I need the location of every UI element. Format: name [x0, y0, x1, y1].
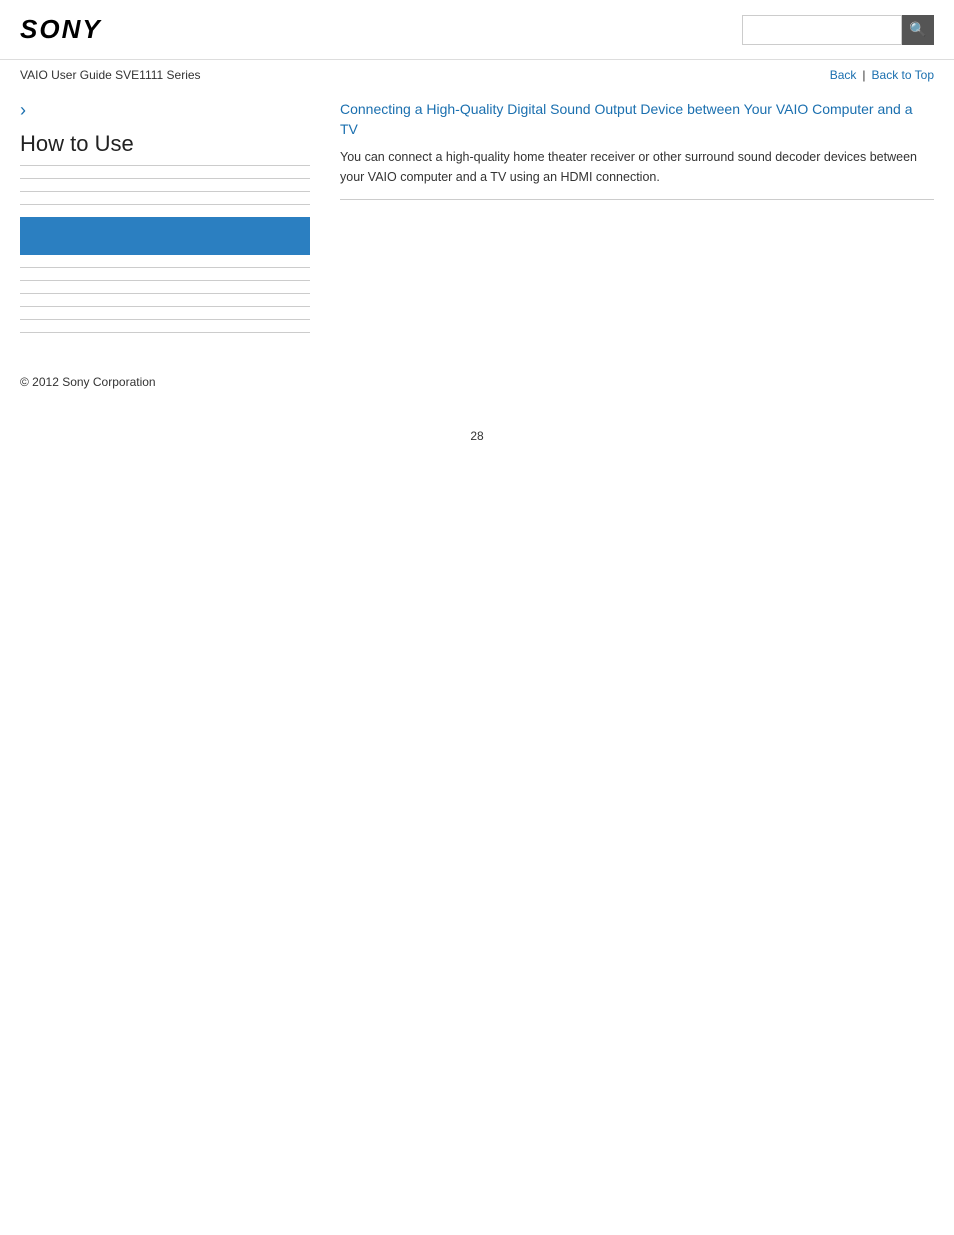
guide-title: VAIO User Guide SVE1111 Series [20, 68, 201, 82]
sidebar-line-4 [20, 267, 310, 268]
sidebar-line-3 [20, 204, 310, 205]
back-to-top-link[interactable]: Back to Top [872, 68, 934, 82]
search-icon: 🔍 [909, 21, 926, 38]
search-button[interactable]: 🔍 [902, 15, 934, 45]
content-area: Connecting a High-Quality Digital Sound … [330, 100, 934, 345]
sony-logo: SONY [20, 14, 102, 45]
nav-separator: | [862, 68, 865, 82]
copyright-text: © 2012 Sony Corporation [20, 375, 156, 389]
main-content: › How to Use Connecting a High-Quality D… [0, 90, 954, 355]
sidebar-title: How to Use [20, 131, 310, 166]
sidebar-highlight[interactable] [20, 217, 310, 255]
sidebar-line-1 [20, 178, 310, 179]
search-wrapper: 🔍 [742, 15, 934, 45]
footer: © 2012 Sony Corporation [0, 355, 954, 409]
sidebar-line-7 [20, 306, 310, 307]
nav-links: Back | Back to Top [830, 68, 934, 82]
back-link[interactable]: Back [830, 68, 857, 82]
sidebar-line-5 [20, 280, 310, 281]
content-divider [340, 199, 934, 200]
search-input[interactable] [742, 15, 902, 45]
sidebar: › How to Use [20, 100, 330, 345]
page-number: 28 [0, 409, 954, 463]
sidebar-line-6 [20, 293, 310, 294]
sidebar-line-8 [20, 319, 310, 320]
article-description: You can connect a high-quality home thea… [340, 147, 934, 187]
chevron-icon: › [20, 100, 310, 121]
sidebar-line-2 [20, 191, 310, 192]
article-title[interactable]: Connecting a High-Quality Digital Sound … [340, 100, 934, 139]
sub-header: VAIO User Guide SVE1111 Series Back | Ba… [0, 60, 954, 90]
sidebar-line-9 [20, 332, 310, 333]
header: SONY 🔍 [0, 0, 954, 60]
